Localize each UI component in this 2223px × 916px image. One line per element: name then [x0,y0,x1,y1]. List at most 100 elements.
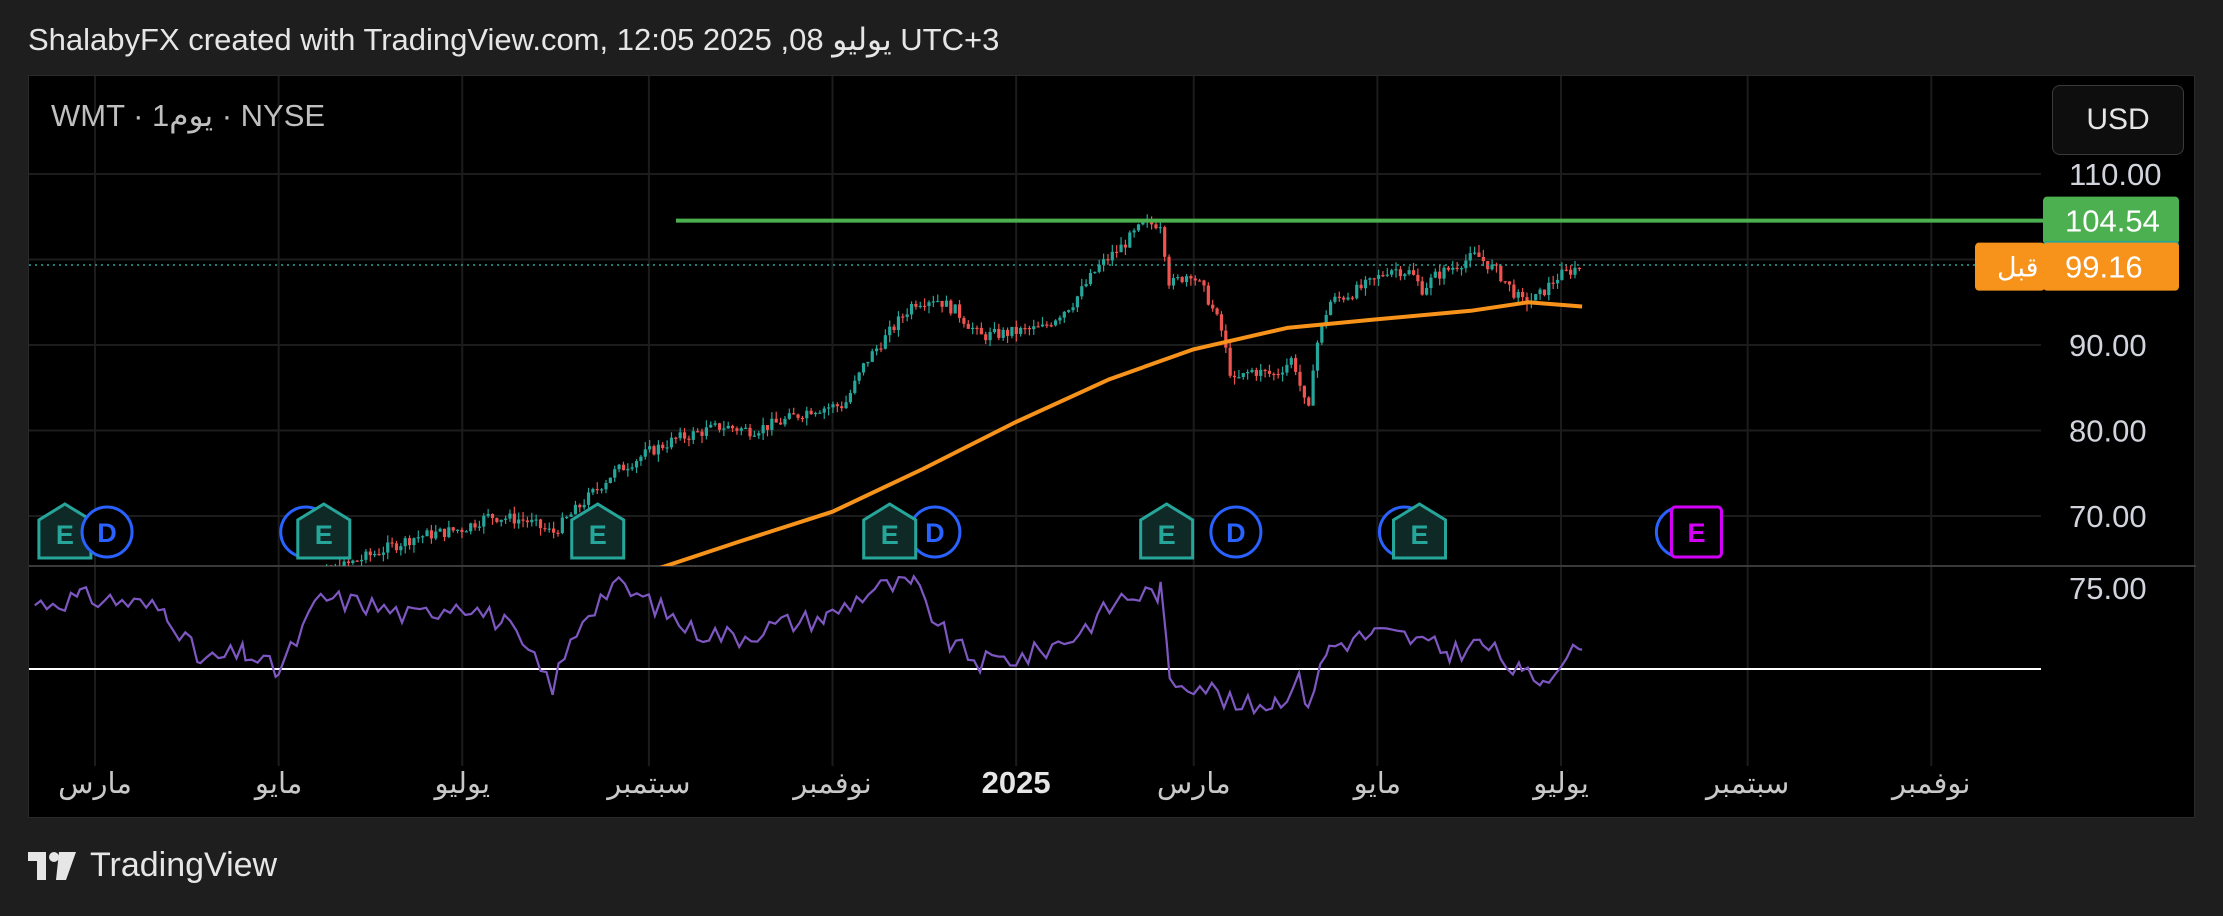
candle-body [691,431,695,440]
candle-body [1193,278,1197,281]
candle-body [730,425,735,429]
tradingview-logo-icon [28,851,76,880]
candle-body [1023,327,1027,330]
candle-body [321,573,324,581]
candle-body [787,413,791,419]
candle-body [442,528,447,537]
candle-body [1067,310,1071,312]
candle-body [634,461,639,468]
time-axis-tick: سبتمبر [605,768,690,801]
chart-panel[interactable]: 110.0090.0080.0070.00104.5499.3599.16قبل… [28,75,2196,819]
candle-body [1333,296,1337,302]
candle-body [774,418,778,423]
price-label-prefix: قبل [1997,253,2039,283]
candle-body [329,568,332,571]
candle-body [1088,272,1093,285]
candle-body [312,583,315,586]
footer: TradingView [28,846,277,885]
symbol-info: WMT · 1يوم · NYSE [51,98,326,133]
candle-body [1372,278,1376,280]
candle-body [1158,227,1162,229]
candle-body [1420,281,1424,295]
candle-body [1342,297,1346,300]
candle-body [578,504,582,508]
candle-body [1097,264,1101,272]
candle-body [1032,326,1036,330]
candle-body [796,414,800,418]
candle-body [604,482,608,490]
footer-brand: TradingView [90,846,278,884]
currency-button[interactable]: USD [2052,85,2184,155]
candle-body [1442,267,1446,279]
price-label-text: 99.16 [2065,250,2143,285]
candle-body [1080,286,1084,297]
candle-body [281,593,284,594]
candle-body [377,553,381,556]
earnings-marker-label: E [315,520,333,550]
candle-body [936,300,940,303]
candle-body [739,428,743,431]
candle-body [1206,285,1210,305]
candle-body [1376,275,1381,279]
candle-body [875,348,879,352]
candle-body [853,380,857,393]
candle-body [1394,269,1398,271]
candle-body [1424,287,1429,295]
candle-body [582,504,586,508]
time-axis-tick: نوفمبر [1890,768,1970,801]
candle-body [565,516,569,519]
candle-body [674,437,678,439]
candle-body [538,519,543,529]
candle-body [866,361,870,364]
candle-body [1250,370,1254,373]
candle-body [848,392,853,403]
candle-body [639,456,643,462]
candle-body [286,594,289,595]
candle-body [997,328,1001,338]
candle-body [512,513,516,524]
candle-body [700,431,704,436]
time-axis-tick: مارس [58,768,132,801]
candle-body [1451,267,1455,270]
candle-body [962,317,966,324]
candle-body [809,410,813,415]
candle-body [792,413,796,415]
candle-body [748,427,752,437]
candle-body [757,433,761,436]
candle-body [1499,265,1503,282]
candle-body [805,410,809,419]
candle-body [709,424,713,428]
candle-body [359,559,364,562]
candle-body [665,447,669,449]
candle-body [1289,358,1293,365]
dividend-marker-label: D [97,518,117,548]
candle-body [1040,324,1045,327]
candle-body [425,530,429,537]
candle-body [608,477,612,483]
candle-body [1320,324,1324,343]
candle-body [1237,377,1241,379]
candle-body [1411,270,1416,275]
candle-body [351,560,355,564]
candle-body [595,489,599,491]
candle-body [1573,267,1577,275]
candle-body [1106,259,1110,261]
earnings-marker-label: E [1411,520,1429,550]
candle-body [416,537,420,539]
candle-body [822,408,826,413]
chart-canvas[interactable]: 110.0090.0080.0070.00104.5499.3599.16قبل… [29,76,2196,819]
candle-body [399,546,403,551]
candle-body [368,551,372,556]
candle-body [1167,256,1171,286]
candle-body [1534,294,1538,301]
candle-body [1468,253,1472,261]
time-axis-tick: نوفمبر [791,768,871,801]
candle-body [547,528,551,530]
candle-body [1136,224,1141,231]
candle-body [394,543,399,551]
candle-body [1542,289,1547,296]
candle-body [447,527,451,537]
candle-body [464,531,468,533]
price-axis-tick: 80.00 [2069,414,2147,449]
candle-body [316,581,319,584]
